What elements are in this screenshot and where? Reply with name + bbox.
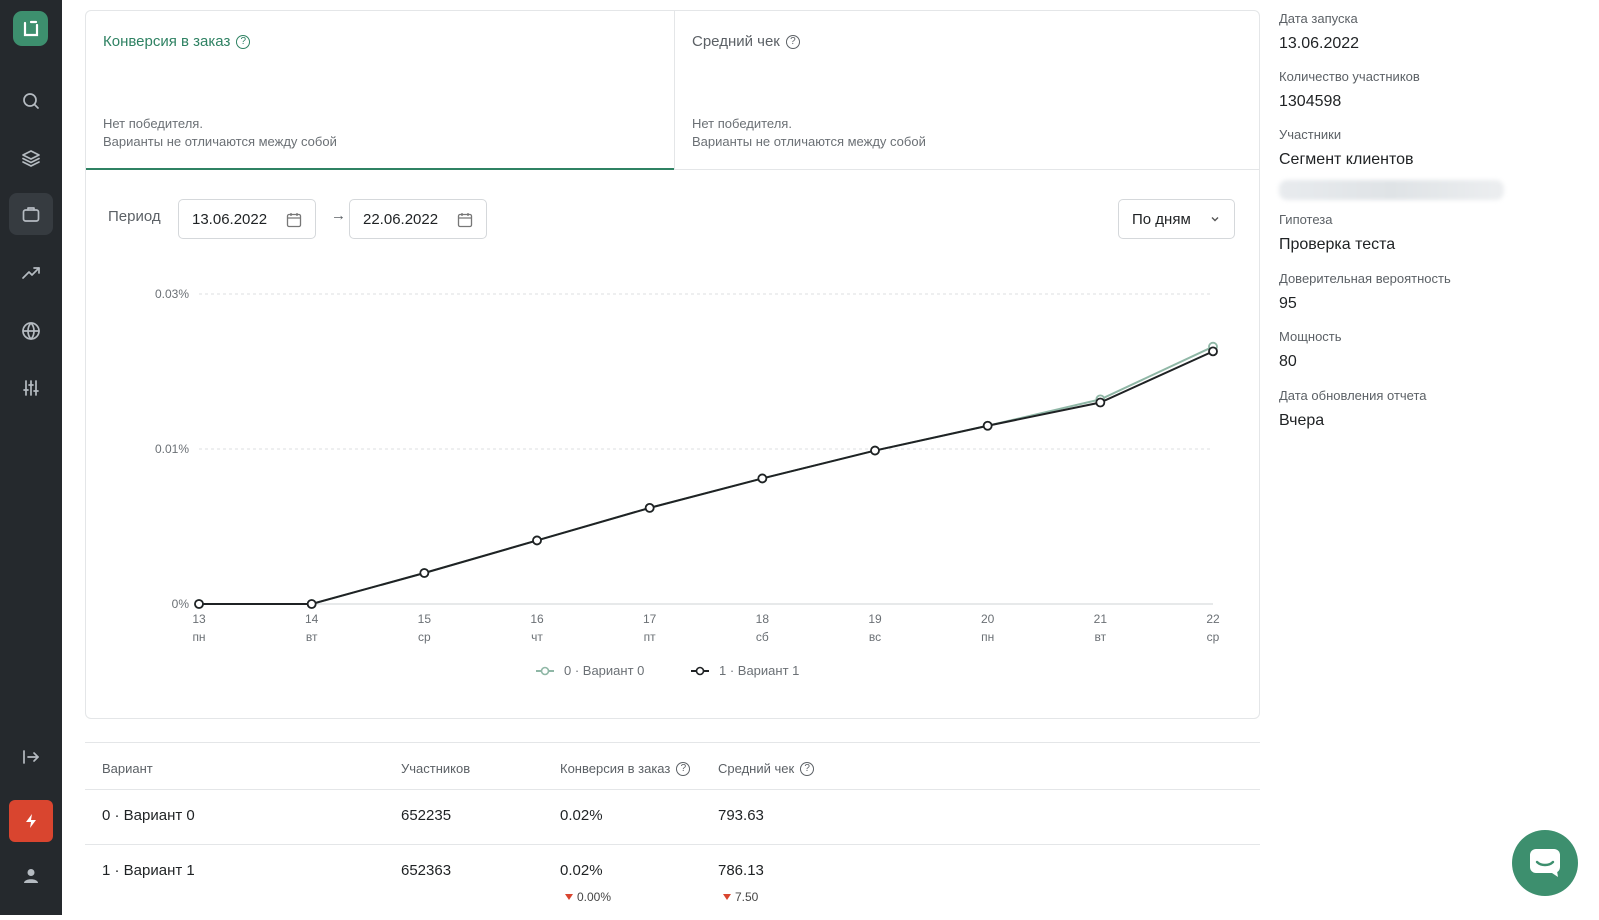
- participants-cell: 652235: [401, 807, 452, 824]
- x-tick-label: 18: [756, 612, 770, 626]
- x-tick-weekday: ср: [418, 630, 431, 644]
- x-tick-label: 22: [1206, 612, 1220, 626]
- table-row[interactable]: 1 · Вариант 1 652363 0.02% 786.13 0.00% …: [85, 845, 1260, 920]
- x-tick-weekday: вт: [1095, 630, 1107, 644]
- x-tick-label: 17: [643, 612, 657, 626]
- series-line: [199, 345, 1214, 605]
- data-point: [982, 420, 993, 431]
- x-tick-weekday: пн: [192, 630, 205, 644]
- x-tick-weekday: вс: [869, 630, 881, 644]
- variants-table: Вариант Участников Конверсия в заказ? Ср…: [85, 742, 1260, 920]
- x-tick-label: 16: [530, 612, 544, 626]
- info-value: 1304598: [1279, 93, 1342, 110]
- info-value: 95: [1279, 295, 1297, 312]
- avg-check-cell: 793.63: [718, 807, 764, 824]
- logout-icon[interactable]: [9, 736, 53, 778]
- variant-cell: 1 · Вариант 1: [102, 862, 195, 879]
- help-icon[interactable]: ?: [800, 761, 815, 776]
- info-label: Участники: [1279, 127, 1342, 142]
- sidebar: [0, 0, 62, 915]
- info-value: 13.06.2022: [1279, 35, 1360, 52]
- bolt-icon[interactable]: [9, 800, 53, 842]
- trend-icon[interactable]: [9, 252, 53, 294]
- data-point: [194, 599, 204, 609]
- data-point: [532, 535, 542, 546]
- x-tick-label: 21: [1094, 612, 1108, 626]
- help-icon[interactable]: ?: [676, 761, 691, 776]
- series-line: [199, 350, 1214, 605]
- info-label: Мощность: [1279, 329, 1342, 344]
- user-icon[interactable]: [9, 855, 53, 897]
- x-tick-weekday: вт: [306, 630, 318, 644]
- info-label: Количество участников: [1279, 69, 1420, 84]
- y-tick-label: 0%: [172, 597, 190, 611]
- data-point: [306, 599, 317, 609]
- data-point: [1095, 397, 1106, 408]
- column-header: Вариант: [102, 761, 153, 776]
- conversion-chart: 0% 0.01% 0.03% 13 пн 14 вт 15 ср 16 чт 17 пт 18 сб 19 вс…: [155, 287, 1220, 678]
- column-header: Участников: [401, 761, 471, 776]
- legend-marker: [540, 666, 550, 676]
- participants-cell: 652363: [401, 862, 452, 879]
- avg-check-cell: 786.13: [718, 862, 764, 879]
- data-point: [757, 473, 768, 484]
- x-tick-weekday: сб: [756, 630, 769, 644]
- column-header: Средний чек?: [718, 761, 815, 776]
- briefcase-icon[interactable]: [9, 193, 53, 235]
- info-value: Проверка теста: [1279, 236, 1396, 253]
- decrease-icon: [723, 894, 731, 900]
- x-tick-weekday: чт: [531, 630, 543, 644]
- layers-icon[interactable]: [9, 137, 53, 179]
- y-tick-label: 0.01%: [155, 442, 189, 456]
- table-row[interactable]: 0 · Вариант 0 652235 0.02% 793.63: [85, 790, 1260, 845]
- x-tick-label: 19: [868, 612, 882, 626]
- globe-icon[interactable]: [9, 310, 53, 352]
- x-tick-weekday: пт: [644, 630, 656, 644]
- data-point: [870, 445, 880, 456]
- conversion-cell: 0.02%: [560, 807, 603, 824]
- avg-check-delta: 7.50: [723, 890, 758, 904]
- blurred-segment: [1279, 180, 1504, 200]
- info-value: 80: [1279, 353, 1297, 370]
- sliders-icon[interactable]: [9, 367, 53, 409]
- x-tick-label: 14: [305, 612, 319, 626]
- conversion-cell: 0.02%: [560, 862, 603, 879]
- info-label: Доверительная вероятность: [1279, 271, 1451, 286]
- y-tick-label: 0.03%: [155, 287, 189, 301]
- conversion-delta: 0.00%: [565, 890, 611, 904]
- variant-cell: 0 · Вариант 0: [102, 807, 195, 824]
- x-tick-label: 20: [981, 612, 995, 626]
- logo-icon[interactable]: [13, 11, 48, 46]
- x-tick-label: 15: [418, 612, 432, 626]
- legend-label: 0 · Вариант 0: [564, 663, 644, 678]
- legend-label: 1 · Вариант 1: [719, 663, 799, 678]
- data-point: [1208, 346, 1218, 357]
- info-value: Вчера: [1279, 412, 1325, 429]
- data-point: [419, 568, 430, 578]
- table-header: Вариант Участников Конверсия в заказ? Ср…: [85, 742, 1260, 790]
- decrease-icon: [565, 894, 573, 900]
- x-tick-weekday: пн: [981, 630, 994, 644]
- chat-icon[interactable]: [1512, 830, 1578, 896]
- info-label: Дата запуска: [1279, 11, 1358, 26]
- data-point: [644, 502, 655, 513]
- info-label: Дата обновления отчета: [1279, 388, 1427, 403]
- x-tick-weekday: ср: [1207, 630, 1220, 644]
- search-icon[interactable]: [9, 80, 53, 122]
- x-tick-label: 13: [192, 612, 206, 626]
- column-header: Конверсия в заказ?: [560, 761, 691, 776]
- results-card: Конверсия в заказ? Нет победителя. Вариа…: [85, 10, 1260, 719]
- info-label: Гипотеза: [1279, 212, 1333, 227]
- info-value: Сегмент клиентов: [1279, 151, 1414, 168]
- legend-marker: [695, 666, 705, 676]
